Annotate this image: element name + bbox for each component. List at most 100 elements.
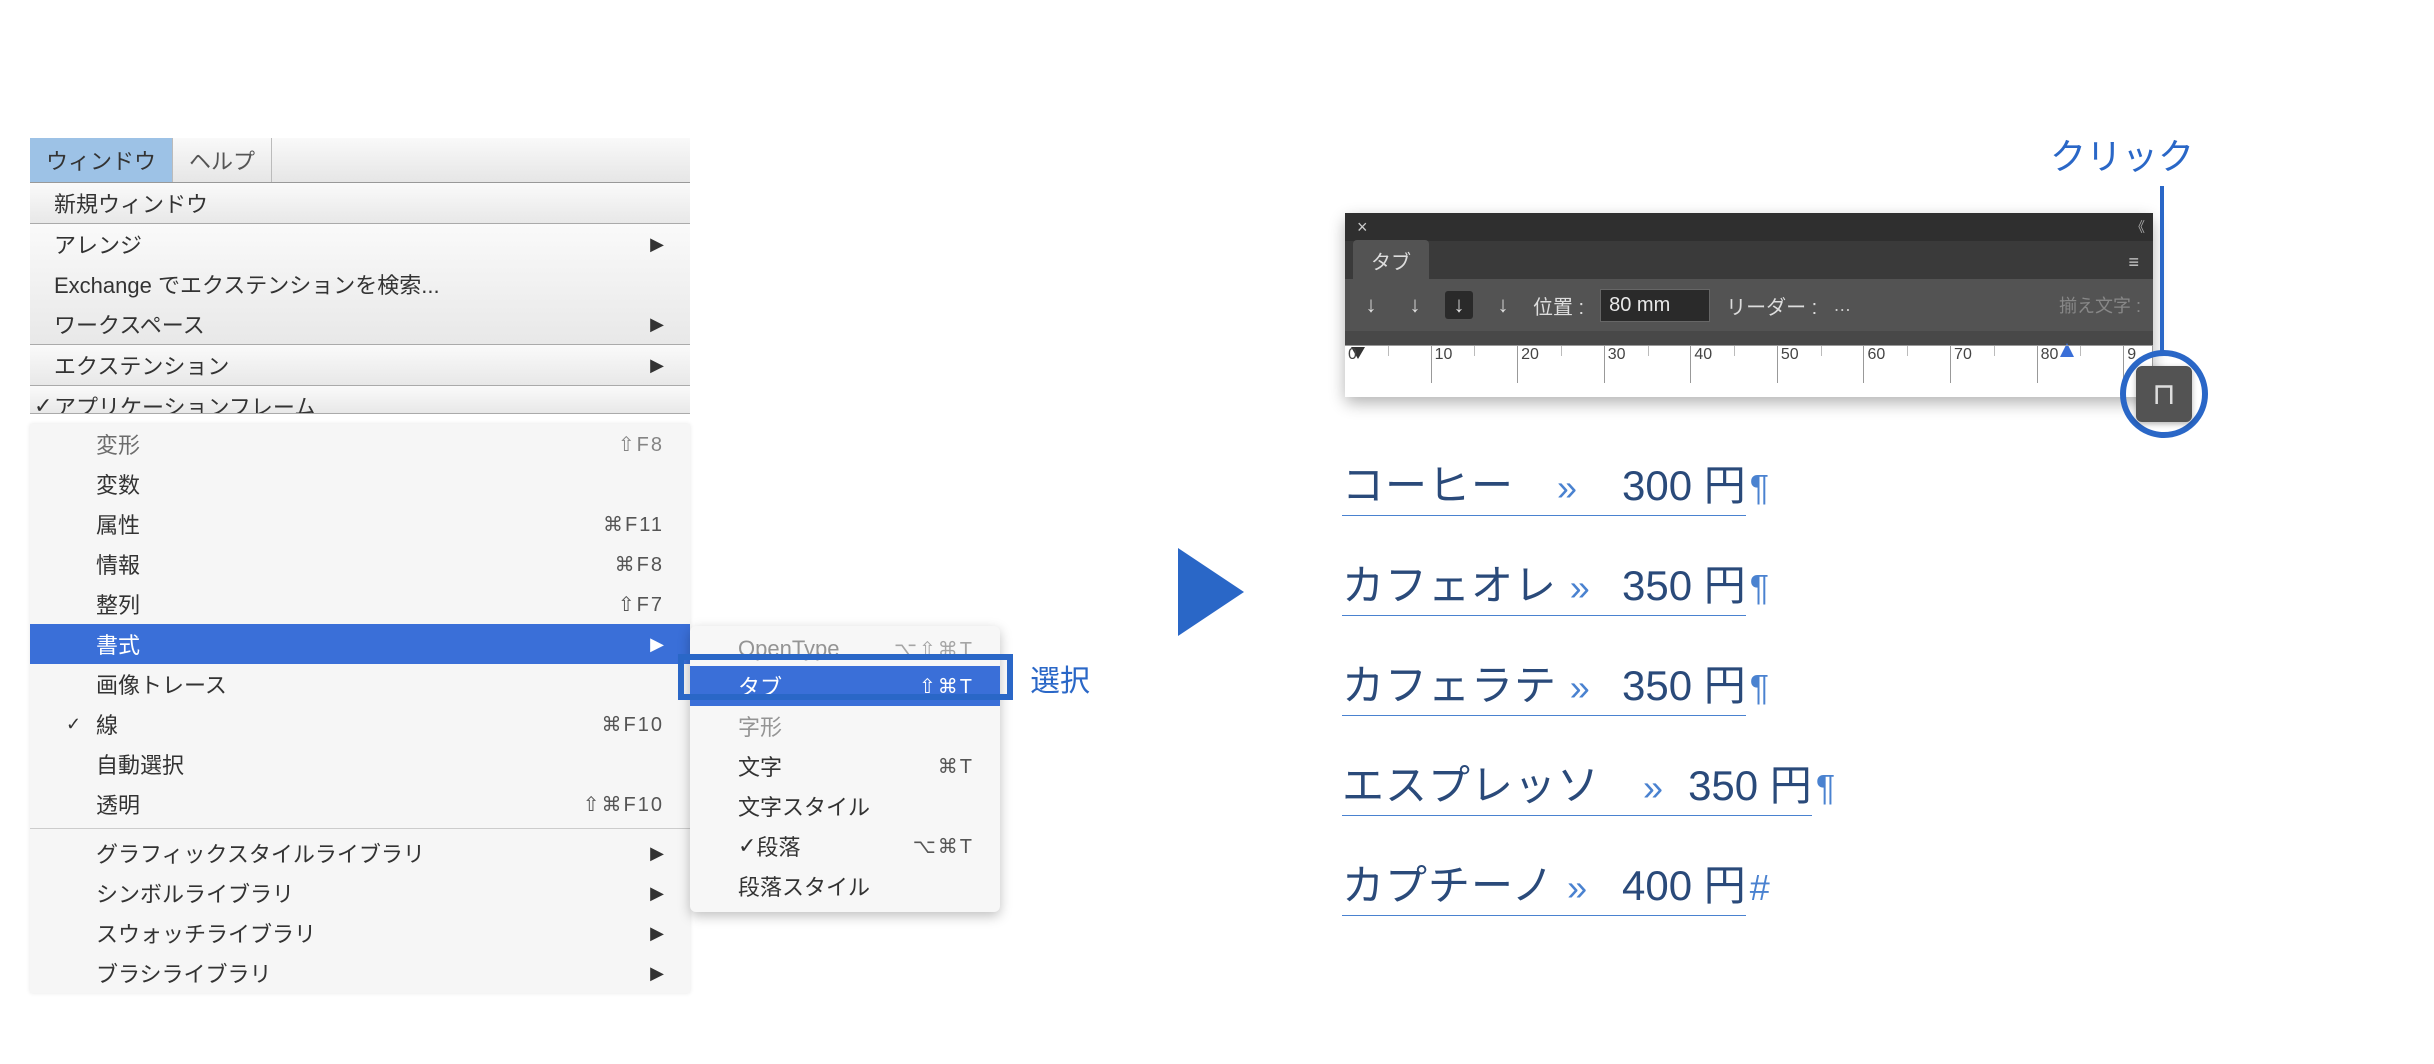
- menu-brush-lib[interactable]: ブラシライブラリ▶: [30, 953, 690, 993]
- menu-info[interactable]: 情報⌘F8: [30, 544, 690, 584]
- check-icon: ✓: [66, 714, 81, 735]
- tab-char-icon: »: [1557, 467, 1578, 508]
- paragraph-mark-icon: ¶: [1816, 767, 1835, 809]
- annotation-click-circle: ⊓: [2120, 350, 2208, 438]
- submenu-tab[interactable]: タブ⇧⌘T: [690, 666, 1000, 706]
- menu-attributes[interactable]: 属性⌘F11: [30, 504, 690, 544]
- tab-char-icon: »: [1567, 867, 1588, 908]
- text-frame[interactable]: コーヒー » 300 円 ¶ カフェオレ » 350 円 ¶ カフェラテ » 3…: [1342, 452, 1872, 952]
- item-name: カフェオレ »: [1342, 552, 1622, 616]
- panel-menu-icon[interactable]: ≡: [2128, 252, 2145, 279]
- item-price: 350 円: [1622, 652, 1746, 716]
- annotation-click-line: [2160, 186, 2164, 352]
- menu-new-window[interactable]: 新規ウィンドウ: [30, 183, 690, 223]
- tab-align-left-icon[interactable]: ↓: [1357, 291, 1385, 319]
- menu-group-3: エクステンション▶: [30, 345, 690, 386]
- menu-workspace[interactable]: ワークスペース▶: [30, 304, 690, 344]
- paragraph-mark-icon: ¶: [1750, 467, 1769, 509]
- leader-label: リーダー :: [1726, 291, 1817, 320]
- menu-auto-select[interactable]: 自動選択: [30, 744, 690, 784]
- arrow-right-icon: [1178, 548, 1244, 636]
- submenu-character[interactable]: 文字⌘T: [690, 746, 1000, 786]
- item-name: エスプレッソ »: [1342, 752, 1688, 816]
- menu-swatch-lib[interactable]: スウォッチライブラリ▶: [30, 913, 690, 953]
- menu-transparent[interactable]: 透明⇧⌘F10: [30, 784, 690, 824]
- menu-align[interactable]: 整列⇧F7: [30, 584, 690, 624]
- tab-panel: × 《 タブ ≡ ↓ ↓ ↓ ↓ 位置 : 80 mm リーダー : … 揃え文…: [1345, 213, 2153, 397]
- submenu-arrow-icon: ▶: [650, 634, 664, 655]
- item-name: カフェラテ »: [1342, 652, 1622, 716]
- item-price: 400 円: [1622, 852, 1746, 916]
- item-price: 350 円: [1622, 552, 1746, 616]
- menu-symbol-lib[interactable]: シンボルライブラリ▶: [30, 873, 690, 913]
- item-price: 350 円: [1688, 752, 1812, 816]
- menu-extension[interactable]: エクステンション▶: [30, 345, 690, 385]
- menubar-help[interactable]: ヘルプ: [173, 138, 272, 182]
- magnet-icon: ⊓: [2152, 377, 2175, 412]
- check-icon: ✓: [34, 393, 52, 414]
- panel-tab-row: タブ ≡: [1345, 241, 2153, 279]
- format-submenu: OpenType⌥⇧⌘T タブ⇧⌘T 字形 文字⌘T 文字スタイル ✓段落⌥⌘T…: [690, 626, 1000, 912]
- menu-arrange[interactable]: アレンジ▶: [30, 224, 690, 264]
- tab-char-icon: »: [1643, 767, 1664, 808]
- annotation-click-label: クリック: [2050, 128, 2194, 180]
- close-icon[interactable]: ×: [1353, 217, 1372, 238]
- annotation-select-label: 選択: [1030, 656, 1090, 700]
- panel-tab-tabs[interactable]: タブ: [1353, 240, 1429, 279]
- text-line: カフェオレ » 350 円 ¶: [1342, 552, 1872, 616]
- position-input[interactable]: 80 mm: [1600, 289, 1710, 322]
- text-line: カフェラテ » 350 円 ¶: [1342, 652, 1872, 716]
- tab-align-decimal-icon[interactable]: ↓: [1489, 291, 1517, 319]
- menu-group-4: ✓アプリケーションフレーム: [30, 386, 690, 414]
- tab-char-icon: »: [1570, 667, 1591, 708]
- menu-image-trace[interactable]: 画像トレース: [30, 664, 690, 704]
- submenu-arrow-icon: ▶: [650, 923, 664, 944]
- item-name: カプチーノ »: [1342, 852, 1622, 916]
- item-price: 300 円: [1622, 452, 1746, 516]
- text-line: カプチーノ » 400 円 #: [1342, 852, 1872, 916]
- menu-format[interactable]: 書式▶: [30, 624, 690, 664]
- tab-align-right-icon[interactable]: ↓: [1445, 291, 1473, 319]
- menu-group-1: 新規ウィンドウ: [30, 183, 690, 224]
- panel-titlebar: × 《: [1345, 213, 2153, 241]
- window-menu-dropdown: ウィンドウ ヘルプ 新規ウィンドウ アレンジ▶ Exchange でエクステンシ…: [30, 138, 690, 993]
- menu-variables[interactable]: 変数: [30, 464, 690, 504]
- position-label: 位置 :: [1533, 291, 1584, 320]
- menu-transform[interactable]: 変形⇧F8: [30, 424, 690, 464]
- ruler-track: 0 10 20 30 40 50 60 70 80 9: [1345, 345, 2153, 383]
- paragraph-mark-icon: ¶: [1750, 667, 1769, 709]
- submenu-paragraph[interactable]: ✓段落⌥⌘T: [690, 826, 1000, 866]
- submenu-glyph[interactable]: 字形: [690, 706, 1000, 746]
- menu-exchange[interactable]: Exchange でエクステンションを検索...: [30, 264, 690, 304]
- submenu-opentype[interactable]: OpenType⌥⇧⌘T: [690, 632, 1000, 666]
- submenu-arrow-icon: ▶: [650, 355, 664, 376]
- submenu-arrow-icon: ▶: [650, 883, 664, 904]
- paragraph-mark-icon: ¶: [1750, 567, 1769, 609]
- menu-app-frame[interactable]: ✓アプリケーションフレーム: [30, 386, 690, 414]
- menu-group-2: アレンジ▶ Exchange でエクステンションを検索... ワークスペース▶: [30, 224, 690, 345]
- submenu-arrow-icon: ▶: [650, 843, 664, 864]
- snap-to-text-button[interactable]: ⊓: [2136, 366, 2192, 422]
- menu-panel-lower: 変形⇧F8 変数 属性⌘F11 情報⌘F8 整列⇧F7 書式▶ 画像トレース ✓…: [30, 424, 690, 993]
- end-of-story-icon: #: [1750, 867, 1770, 909]
- submenu-arrow-icon: ▶: [650, 314, 664, 335]
- menu-gfx-style-lib[interactable]: グラフィックスタイルライブラリ▶: [30, 833, 690, 873]
- submenu-arrow-icon: ▶: [650, 234, 664, 255]
- text-line: エスプレッソ » 350 円 ¶: [1342, 752, 1872, 816]
- check-icon: ✓: [738, 833, 756, 859]
- menubar: ウィンドウ ヘルプ: [30, 138, 690, 183]
- submenu-arrow-icon: ▶: [650, 963, 664, 984]
- tab-align-center-icon[interactable]: ↓: [1401, 291, 1429, 319]
- panel-controls: ↓ ↓ ↓ ↓ 位置 : 80 mm リーダー : … 揃え文字 :: [1345, 279, 2153, 331]
- tab-char-icon: »: [1570, 567, 1591, 608]
- menu-line[interactable]: ✓線⌘F10: [30, 704, 690, 744]
- collapse-icon[interactable]: 《: [2131, 217, 2145, 237]
- menubar-window[interactable]: ウィンドウ: [30, 138, 173, 182]
- ruler[interactable]: 0 10 20 30 40 50 60 70 80 9: [1345, 345, 2153, 397]
- submenu-paragraph-style[interactable]: 段落スタイル: [690, 866, 1000, 906]
- align-char-label: 揃え文字 :: [2059, 292, 2141, 318]
- submenu-character-style[interactable]: 文字スタイル: [690, 786, 1000, 826]
- leader-dots: …: [1833, 295, 1855, 316]
- item-name: コーヒー »: [1342, 452, 1622, 516]
- text-line: コーヒー » 300 円 ¶: [1342, 452, 1872, 516]
